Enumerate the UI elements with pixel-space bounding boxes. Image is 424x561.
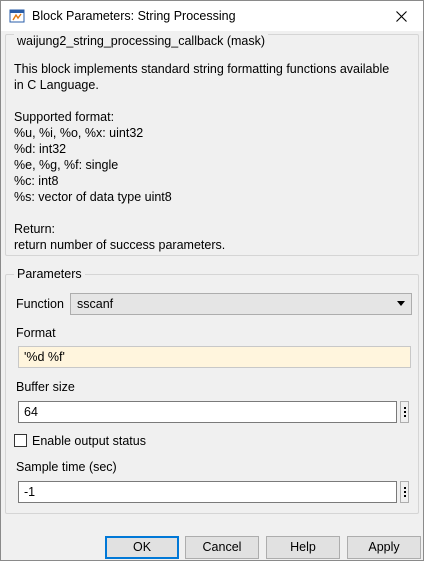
buffer-size-label: Buffer size: [16, 380, 75, 394]
description-line: [14, 93, 414, 109]
chevron-down-icon: [397, 301, 405, 306]
function-value: sscanf: [77, 297, 114, 311]
enable-output-status-label[interactable]: Enable output status: [32, 434, 146, 448]
window-title: Block Parameters: String Processing: [32, 9, 236, 23]
buffer-size-input[interactable]: 64: [18, 401, 397, 423]
dialog-window: Block Parameters: String Processing waij…: [0, 0, 424, 561]
format-input[interactable]: '%d %f': [18, 346, 411, 368]
vertical-ellipsis-icon: [403, 487, 406, 489]
help-button[interactable]: Help: [266, 536, 340, 559]
function-label: Function: [16, 297, 64, 311]
description-line: %e, %g, %f: single: [14, 158, 119, 172]
description-line: %c: int8: [14, 174, 59, 188]
simulink-block-icon: [9, 9, 25, 23]
function-select[interactable]: sscanf: [70, 293, 412, 315]
mask-description: This block implements standard string fo…: [14, 61, 414, 253]
description-line: %s: vector of data type uint8: [14, 190, 172, 204]
close-button[interactable]: [379, 1, 423, 31]
parameters-group: Parameters Function sscanf Format '%d %f…: [5, 267, 419, 514]
ok-button[interactable]: OK: [105, 536, 179, 559]
sample-time-more-button[interactable]: [400, 481, 409, 503]
mask-description-group: waijung2_string_processing_callback (mas…: [5, 34, 419, 256]
buffer-size-more-button[interactable]: [400, 401, 409, 423]
sample-time-label: Sample time (sec): [16, 460, 117, 474]
description-line: in C Language.: [14, 78, 99, 92]
title-bar[interactable]: Block Parameters: String Processing: [1, 1, 423, 31]
vertical-ellipsis-icon: [403, 407, 406, 409]
description-line: [14, 205, 414, 221]
description-line: Return:: [14, 222, 55, 236]
format-label: Format: [16, 326, 56, 340]
description-line: %d: int32: [14, 142, 67, 156]
close-icon: [395, 10, 407, 22]
enable-output-status-checkbox[interactable]: [14, 434, 27, 447]
description-line: This block implements standard string fo…: [14, 62, 390, 76]
description-line: Supported format:: [14, 110, 115, 124]
apply-button[interactable]: Apply: [347, 536, 421, 559]
description-line: %u, %i, %o, %x: uint32: [14, 126, 144, 140]
parameters-legend: Parameters: [14, 267, 85, 281]
sample-time-input[interactable]: -1: [18, 481, 397, 503]
cancel-button[interactable]: Cancel: [185, 536, 259, 559]
mask-legend: waijung2_string_processing_callback (mas…: [14, 34, 269, 48]
description-line: return number of success parameters.: [14, 238, 226, 252]
